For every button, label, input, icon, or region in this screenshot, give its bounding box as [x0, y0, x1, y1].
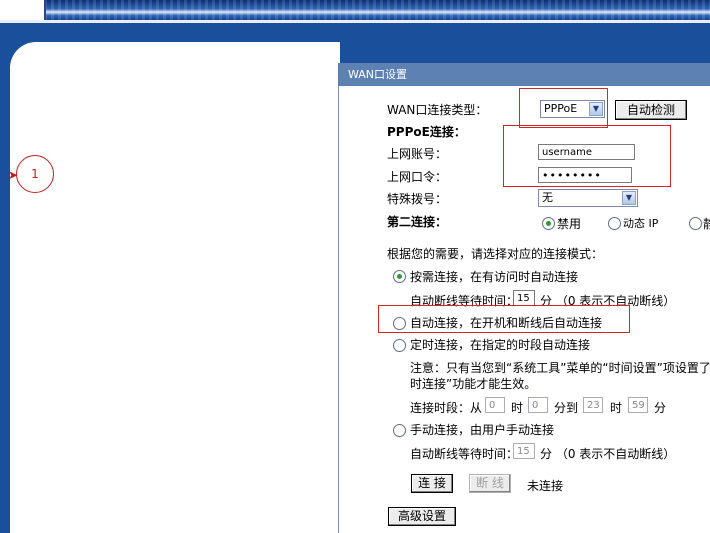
second-conn-dynamic-label: 动态 IP [623, 217, 659, 230]
on-demand-radio[interactable] [393, 270, 406, 283]
connect-button[interactable]: 连 接 [411, 474, 453, 493]
annotation-box-wan-type [519, 88, 608, 128]
mode-intro-text: 根据您的需要，请选择对应的连接模式： [387, 247, 604, 261]
banner-underline [0, 20, 710, 23]
manual-idle-label: 自动断线等待时间： [410, 447, 519, 461]
advanced-settings-button[interactable]: 高级设置 [388, 507, 456, 526]
timed-connect-radio[interactable] [393, 339, 406, 352]
left-menu-panel [10, 42, 340, 533]
second-conn-dynamic-radio[interactable] [608, 217, 621, 230]
period-minute-to-label: 分到 [554, 401, 579, 415]
manual-connect-label: 手动连接，由用户手动连接 [410, 423, 555, 437]
wan-settings-panel: WAN口设置 WAN口连接类型： PPPoE ▼ 自动检测 PPPoE连接： 上… [338, 63, 710, 533]
period-hour-unit-1: 时 [511, 401, 524, 415]
disconnect-button[interactable]: 断 线 [469, 474, 511, 493]
second-conn-disable-label: 禁用 [557, 217, 582, 231]
annotation-box-credentials [503, 125, 671, 187]
manual-connect-radio[interactable] [393, 424, 406, 437]
manual-idle-unit: 分 （0 表示不自动断线） [540, 447, 676, 461]
period-start-minute-input[interactable]: 0 [528, 397, 548, 413]
auto-detect-button[interactable]: 自动检测 [615, 100, 687, 120]
password-label: 上网口令： [387, 170, 448, 184]
account-label: 上网账号： [387, 147, 448, 161]
second-conn-disable-radio[interactable] [542, 217, 555, 230]
on-demand-label: 按需连接，在有访问时自动连接 [410, 270, 579, 284]
special-dial-value: 无 [542, 191, 553, 204]
top-banner [0, 0, 710, 23]
idle-time-input[interactable]: 15 [513, 290, 535, 306]
manual-idle-input[interactable]: 15 [513, 443, 535, 459]
second-conn-static-label: 静 [703, 217, 710, 231]
period-start-hour-input[interactable]: 0 [485, 397, 505, 413]
banner-tab [0, 0, 46, 20]
timed-connect-label: 定时连接，在指定的时段自动连接 [410, 338, 591, 352]
time-note-line2: 时连接”功能才能生效。 [410, 377, 537, 391]
banner-stripe [44, 0, 710, 20]
connection-status: 未连接 [527, 479, 564, 493]
annotation-box-auto-connect [378, 305, 630, 333]
panel-title: WAN口设置 [338, 63, 710, 86]
period-hour-unit-2: 时 [610, 401, 623, 415]
time-note-line1: 注意：只有当您到“系统工具”菜单的“时间设置”项设置了 [410, 361, 710, 375]
period-label: 连接时段：从 [410, 401, 483, 415]
period-end-minute-input[interactable]: 59 [628, 397, 648, 413]
pppoe-section-label: PPPoE连接： [387, 125, 466, 139]
wan-type-label: WAN口连接类型： [387, 103, 488, 117]
special-dial-label: 特殊拨号： [387, 192, 448, 206]
period-end-hour-input[interactable]: 23 [583, 397, 603, 413]
annotation-marker: 1 [16, 155, 54, 193]
second-conn-label: 第二连接： [387, 215, 448, 229]
period-minute-unit: 分 [654, 401, 667, 415]
special-dial-select[interactable]: 无 ▼ [538, 189, 638, 207]
chevron-down-icon: ▼ [622, 191, 636, 205]
second-conn-static-radio[interactable] [689, 217, 702, 230]
